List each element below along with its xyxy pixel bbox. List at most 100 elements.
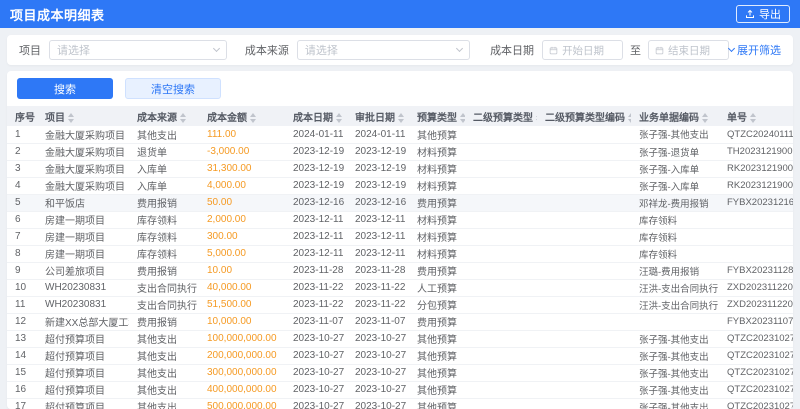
column-header[interactable]: 业务单据编码 — [631, 106, 719, 126]
column-header[interactable]: 成本金额 — [199, 106, 285, 126]
cell: 费用报销 — [129, 262, 199, 280]
cell — [537, 398, 631, 409]
table-row[interactable]: 1 金融大厦采购项目 其他支出 111.00 2024-01-11 2024-01-11 其… — [7, 126, 793, 144]
column-header[interactable]: 审批日期 — [347, 106, 409, 126]
date-end-input[interactable]: 结束日期 — [648, 40, 729, 60]
topbar: 项目成本明细表 导出 — [0, 0, 800, 28]
table-row[interactable]: 14 超付预算项目 其他支出 200,000,000.00 2023-10-27 2023… — [7, 347, 793, 365]
cell: 费用预算 — [409, 313, 465, 331]
chevron-down-icon — [727, 44, 736, 53]
cell — [537, 211, 631, 229]
cell: 张子强-其他支出 — [631, 347, 719, 365]
cell: QTZC20231027002 — [719, 330, 793, 348]
cell: 房建一期项目 — [37, 245, 129, 263]
cell — [537, 245, 631, 263]
cell: ZXD20231122002 — [719, 279, 793, 297]
cell — [465, 194, 537, 212]
table-row[interactable]: 11 WH20230831 支出合同执行 51,500.00 2023-11-22 202… — [7, 296, 793, 314]
cell: 材料预算 — [409, 143, 465, 161]
cell — [465, 211, 537, 229]
table-row[interactable]: 5 和平饭店 费用报销 50.00 2023-12-16 2023-12-16 费用预算 邓祥… — [7, 194, 793, 212]
cell: WH20230831 — [37, 279, 129, 297]
cell: 其他预算 — [409, 347, 465, 365]
column-header[interactable]: 预算类型 — [409, 106, 465, 126]
table-row[interactable]: 6 房建一期项目 库存领料 2,000.00 2023-12-11 2023-12-11 材… — [7, 211, 793, 229]
cell: 其他预算 — [409, 330, 465, 348]
cell: 费用预算 — [409, 262, 465, 280]
table-row[interactable]: 2 金融大厦采购项目 退货单 -3,000.00 2023-12-19 2023-12-1… — [7, 143, 793, 161]
cell: 2023-12-19 — [347, 160, 409, 178]
expand-filters-link[interactable]: 展开筛选 — [727, 42, 781, 58]
action-bar: 搜索 清空搜索 — [7, 71, 793, 106]
column-header[interactable]: 项目 — [37, 106, 129, 126]
sort-icon — [702, 112, 708, 123]
cell: 2 — [7, 143, 37, 161]
cell: 2023-11-28 — [285, 262, 347, 280]
cell: FYBX20231128001 — [719, 262, 793, 280]
cell: 2023-12-19 — [347, 177, 409, 195]
search-button[interactable]: 搜索 — [17, 78, 113, 99]
cell: 2023-12-11 — [347, 245, 409, 263]
project-select[interactable]: 请选择 — [49, 40, 227, 60]
table-row[interactable]: 15 超付预算项目 其他支出 300,000,000.00 2023-10-27 2023… — [7, 364, 793, 382]
date-to-label: 至 — [630, 45, 642, 57]
cell — [465, 364, 537, 382]
date-label: 成本日期 — [490, 45, 535, 57]
sort-icon — [536, 112, 537, 123]
table-row[interactable]: 10 WH20230831 支出合同执行 40,000.00 2023-11-22 202… — [7, 279, 793, 297]
sort-icon — [68, 112, 74, 123]
filter-bar: 项目 请选择 成本来源 请选择 成本日期 开始日期 至 结束日期 展开筛选 — [7, 35, 793, 65]
cell: 9 — [7, 262, 37, 280]
cell — [537, 160, 631, 178]
cell — [537, 381, 631, 399]
cell: 2023-10-27 — [285, 330, 347, 348]
cell: 2023-11-07 — [347, 313, 409, 331]
cell: 其他支出 — [129, 347, 199, 365]
table-row[interactable]: 4 金融大厦采购项目 入库单 4,000.00 2023-12-19 2023-12-19… — [7, 177, 793, 195]
calendar-icon — [549, 46, 558, 55]
cell: 入库单 — [129, 177, 199, 195]
clear-search-button[interactable]: 清空搜索 — [125, 78, 221, 99]
table-row[interactable]: 9 公司差旅项目 费用报销 10.00 2023-11-28 2023-11-28 费用预算… — [7, 262, 793, 280]
cell: 31,300.00 — [199, 160, 285, 178]
cell — [537, 143, 631, 161]
cell: 50.00 — [199, 194, 285, 212]
table-row[interactable]: 3 金融大厦采购项目 入库单 31,300.00 2023-12-19 2023-12-1… — [7, 160, 793, 178]
cell: 2023-10-27 — [347, 381, 409, 399]
cell: 2023-11-22 — [285, 296, 347, 314]
cell — [537, 126, 631, 144]
cell — [537, 262, 631, 280]
cell: ZXD20231122001 — [719, 296, 793, 314]
cell — [465, 313, 537, 331]
column-header[interactable]: 成本来源 — [129, 106, 199, 126]
cell: 1 — [7, 126, 37, 144]
table-row[interactable]: 7 房建一期项目 库存领料 300.00 2023-12-11 2023-12-11 材料预… — [7, 228, 793, 246]
table-row[interactable]: 13 超付预算项目 其他支出 100,000,000.00 2023-10-27 2023… — [7, 330, 793, 348]
cell: 张子强-退货单 — [631, 143, 719, 161]
cell: 2023-12-11 — [285, 211, 347, 229]
cell: 2,000.00 — [199, 211, 285, 229]
cell: 100,000,000.00 — [199, 330, 285, 348]
table-row[interactable]: 17 超付预算项目 其他支出 500,000,000.00 2023-10-27 2023… — [7, 398, 793, 409]
column-header[interactable]: 序号 — [7, 106, 37, 126]
column-label: 成本金额 — [207, 112, 247, 124]
cell: 金融大厦采购项目 — [37, 160, 129, 178]
column-header[interactable]: 二级预算类型编码 — [537, 106, 631, 126]
column-header[interactable]: 单号 — [719, 106, 793, 126]
cell: 15 — [7, 364, 37, 382]
column-label: 项目 — [45, 112, 65, 124]
export-button[interactable]: 导出 — [736, 5, 790, 23]
cell: 其他支出 — [129, 126, 199, 144]
date-start-input[interactable]: 开始日期 — [542, 40, 624, 60]
cell — [537, 177, 631, 195]
table-row[interactable]: 12新建XX总部大厦工程二期费用报销10,000.002023-11-07202… — [7, 313, 793, 331]
table-row[interactable]: 16 超付预算项目 其他支出 400,000,000.00 2023-10-27 2023… — [7, 381, 793, 399]
column-header[interactable]: 成本日期 — [285, 106, 347, 126]
cell — [719, 245, 793, 263]
cell — [719, 211, 793, 229]
cell: 2023-12-19 — [285, 177, 347, 195]
cell: 10,000.00 — [199, 313, 285, 331]
table-row[interactable]: 8 房建一期项目 库存领料 5,000.00 2023-12-11 2023-12-11 材… — [7, 245, 793, 263]
column-header[interactable]: 二级预算类型 — [465, 106, 537, 126]
source-select[interactable]: 请选择 — [296, 40, 471, 60]
